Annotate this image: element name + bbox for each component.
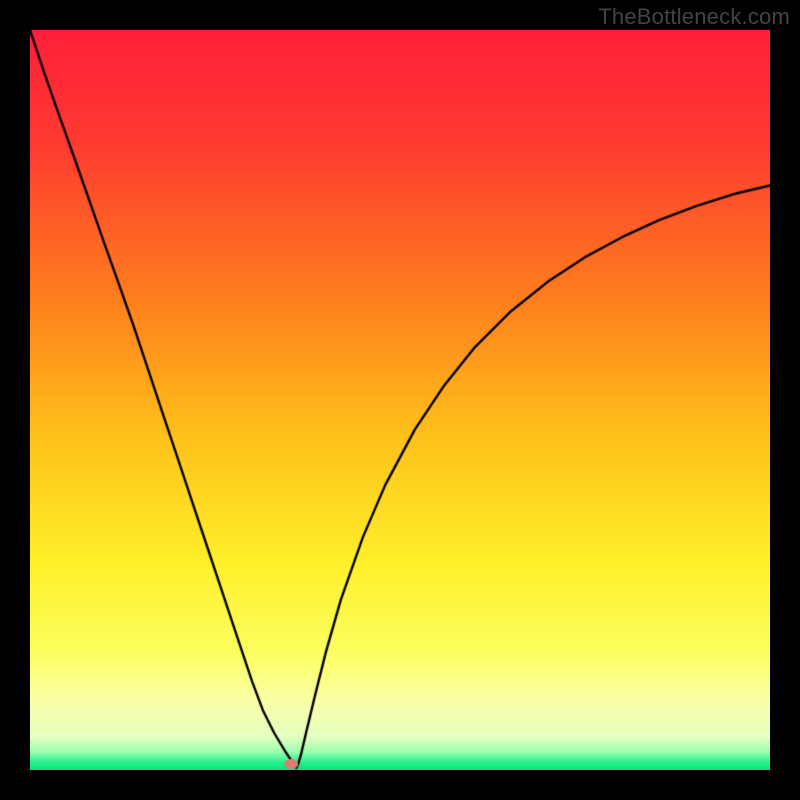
chart-frame: TheBottleneck.com [0,0,800,800]
plot-area [30,30,770,770]
curve-layer [30,30,770,770]
watermark-text: TheBottleneck.com [598,4,790,30]
